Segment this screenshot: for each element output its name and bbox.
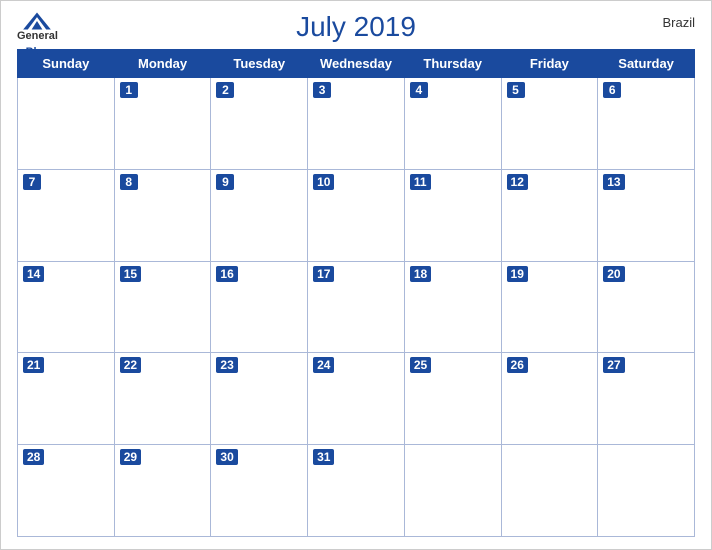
header-friday: Friday [501, 50, 598, 78]
day-cell-10: 10 [308, 169, 405, 261]
day-number-14: 14 [23, 266, 44, 282]
day-cell-5: 5 [501, 78, 598, 170]
country-label: Brazil [662, 15, 695, 30]
page-title: July 2019 [296, 11, 416, 43]
day-number-2: 2 [216, 82, 234, 98]
day-number-21: 21 [23, 357, 44, 373]
empty-cell [501, 445, 598, 537]
day-cell-28: 28 [18, 445, 115, 537]
week-row-3: 14 15 16 17 18 19 20 [18, 261, 695, 353]
day-number-11: 11 [410, 174, 431, 190]
day-number-5: 5 [507, 82, 525, 98]
weekday-header-row: Sunday Monday Tuesday Wednesday Thursday… [18, 50, 695, 78]
day-cell-25: 25 [404, 353, 501, 445]
day-number-22: 22 [120, 357, 141, 373]
day-number-27: 27 [603, 357, 624, 373]
day-cell-19: 19 [501, 261, 598, 353]
logo: General Blue [17, 11, 58, 60]
day-cell-6: 6 [598, 78, 695, 170]
day-number-4: 4 [410, 82, 428, 98]
day-number-15: 15 [120, 266, 141, 282]
day-number-20: 20 [603, 266, 624, 282]
day-number-9: 9 [216, 174, 234, 190]
day-number-8: 8 [120, 174, 138, 190]
day-number-10: 10 [313, 174, 334, 190]
empty-cell [404, 445, 501, 537]
day-cell-8: 8 [114, 169, 211, 261]
day-cell-27: 27 [598, 353, 695, 445]
day-number-12: 12 [507, 174, 528, 190]
header-wednesday: Wednesday [308, 50, 405, 78]
day-cell-23: 23 [211, 353, 308, 445]
day-cell-16: 16 [211, 261, 308, 353]
day-cell-12: 12 [501, 169, 598, 261]
day-cell-29: 29 [114, 445, 211, 537]
header: General Blue July 2019 Brazil [1, 1, 711, 49]
day-number-26: 26 [507, 357, 528, 373]
calendar-table: Sunday Monday Tuesday Wednesday Thursday… [17, 49, 695, 537]
day-cell-3: 3 [308, 78, 405, 170]
day-number-17: 17 [313, 266, 334, 282]
day-number-24: 24 [313, 357, 334, 373]
day-cell-17: 17 [308, 261, 405, 353]
day-cell-26: 26 [501, 353, 598, 445]
day-cell-9: 9 [211, 169, 308, 261]
logo-icon [21, 11, 53, 31]
week-row-1: 1 2 3 4 5 6 [18, 78, 695, 170]
day-cell-24: 24 [308, 353, 405, 445]
header-tuesday: Tuesday [211, 50, 308, 78]
calendar-page: General Blue July 2019 Brazil Sunday Mon… [0, 0, 712, 550]
header-saturday: Saturday [598, 50, 695, 78]
week-row-4: 21 22 23 24 25 26 27 [18, 353, 695, 445]
day-number-23: 23 [216, 357, 237, 373]
day-number-3: 3 [313, 82, 331, 98]
day-number-1: 1 [120, 82, 138, 98]
day-cell-4: 4 [404, 78, 501, 170]
day-number-19: 19 [507, 266, 528, 282]
day-number-28: 28 [23, 449, 44, 465]
day-number-25: 25 [410, 357, 431, 373]
header-monday: Monday [114, 50, 211, 78]
week-row-2: 7 8 9 10 11 12 13 [18, 169, 695, 261]
calendar-container: Sunday Monday Tuesday Wednesday Thursday… [1, 49, 711, 549]
day-cell-13: 13 [598, 169, 695, 261]
empty-cell [18, 78, 115, 170]
logo-general: General [17, 31, 58, 42]
empty-cell [598, 445, 695, 537]
day-number-6: 6 [603, 82, 621, 98]
day-cell-1: 1 [114, 78, 211, 170]
day-number-30: 30 [216, 449, 237, 465]
day-cell-7: 7 [18, 169, 115, 261]
week-row-5: 28 29 30 31 [18, 445, 695, 537]
day-cell-20: 20 [598, 261, 695, 353]
day-number-13: 13 [603, 174, 624, 190]
day-cell-11: 11 [404, 169, 501, 261]
day-cell-21: 21 [18, 353, 115, 445]
day-number-29: 29 [120, 449, 141, 465]
day-number-16: 16 [216, 266, 237, 282]
day-cell-18: 18 [404, 261, 501, 353]
day-number-7: 7 [23, 174, 41, 190]
day-cell-2: 2 [211, 78, 308, 170]
day-cell-31: 31 [308, 445, 405, 537]
day-cell-15: 15 [114, 261, 211, 353]
day-cell-30: 30 [211, 445, 308, 537]
header-thursday: Thursday [404, 50, 501, 78]
title-area: July 2019 [296, 11, 416, 43]
logo-blue: Blue [26, 46, 50, 58]
day-cell-14: 14 [18, 261, 115, 353]
day-number-18: 18 [410, 266, 431, 282]
day-cell-22: 22 [114, 353, 211, 445]
day-number-31: 31 [313, 449, 334, 465]
